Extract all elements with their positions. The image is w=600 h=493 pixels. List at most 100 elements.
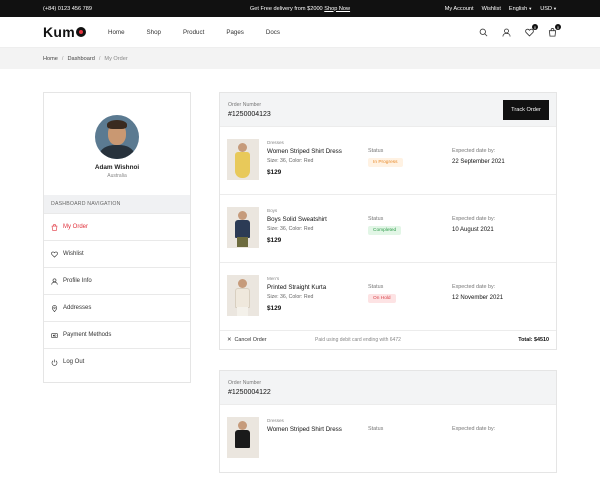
product-image-legs bbox=[237, 307, 248, 316]
track-order-button[interactable]: Track Order bbox=[503, 100, 549, 120]
status-label: Status bbox=[368, 426, 384, 432]
order-card: Order Number #1250004123 Track Order Dre… bbox=[219, 92, 557, 350]
language-label: English bbox=[508, 5, 528, 12]
avatar-body bbox=[100, 145, 134, 159]
wishlist-count-badge: 0 bbox=[532, 24, 538, 30]
expected-date-label: Expected date by: bbox=[452, 426, 496, 432]
expected-date: 22 September 2021 bbox=[452, 159, 505, 165]
menu-item-pages[interactable]: Pages bbox=[226, 29, 244, 36]
breadcrumb-home[interactable]: Home bbox=[43, 56, 58, 62]
sidebar-item-profile-info[interactable]: Profile Info bbox=[44, 267, 190, 294]
card-icon bbox=[51, 332, 58, 338]
payment-note: Paid using debit card ending with 6472 bbox=[315, 337, 401, 343]
breadcrumb-dashboard[interactable]: Dashboard bbox=[67, 56, 94, 62]
menu-item-product[interactable]: Product bbox=[183, 29, 204, 36]
sidebar-item-addresses[interactable]: Addresses bbox=[44, 294, 190, 321]
expected-date-label: Expected date by: bbox=[452, 148, 496, 154]
product-name[interactable]: Women Striped Shirt Dress bbox=[267, 148, 342, 155]
logo-mark-icon bbox=[76, 27, 87, 37]
menu-item-docs[interactable]: Docs bbox=[266, 29, 280, 36]
product-price: $129 bbox=[267, 169, 282, 176]
product-category: Dresses bbox=[267, 418, 284, 423]
order-item: Dresses Women Striped Shirt Dress Size: … bbox=[220, 126, 556, 194]
phone-number: (+84) 0123 456 789 bbox=[43, 5, 92, 12]
product-variant: Size: 36, Color: Red bbox=[267, 226, 314, 232]
status-badge: In Progress bbox=[368, 158, 403, 167]
order-item: Dresses Women Striped Shirt Dress Status… bbox=[220, 404, 556, 472]
product-image-garment bbox=[235, 288, 250, 308]
menu-item-home[interactable]: Home bbox=[108, 29, 125, 36]
product-price: $129 bbox=[267, 237, 282, 244]
chevron-down-icon: ▼ bbox=[553, 5, 557, 11]
product-image-head bbox=[238, 211, 247, 220]
menu-item-shop[interactable]: Shop bbox=[147, 29, 161, 36]
order-number: #1250004123 bbox=[228, 111, 271, 118]
main-menu: Home Shop Product Pages Docs bbox=[108, 29, 280, 36]
close-icon: ✕ bbox=[227, 337, 232, 343]
product-image-legs bbox=[237, 237, 248, 247]
cancel-order-button[interactable]: ✕ Cancel Order bbox=[227, 337, 267, 343]
dashboard-nav-heading: DASHBOARD NAVIGATION bbox=[44, 195, 190, 213]
cancel-order-label: Cancel Order bbox=[234, 337, 267, 343]
expected-date-label: Expected date by: bbox=[452, 216, 496, 222]
sidebar-item-label: Log Out bbox=[63, 359, 85, 365]
sidebar-item-label: Profile Info bbox=[63, 278, 92, 284]
product-image[interactable] bbox=[227, 139, 259, 180]
sidebar-item-payment-methods[interactable]: Payment Methods bbox=[44, 321, 190, 348]
heart-icon[interactable]: 0 bbox=[524, 24, 538, 37]
product-name[interactable]: Boys Solid Sweatshirt bbox=[267, 216, 327, 223]
avatar-hair bbox=[107, 120, 127, 129]
expected-date-label: Expected date by: bbox=[452, 284, 496, 290]
main-header: Kum Home Shop Product Pages Docs 0 0 bbox=[0, 17, 600, 48]
power-icon bbox=[51, 359, 58, 366]
expected-date: 10 August 2021 bbox=[452, 227, 494, 233]
breadcrumb: Home / Dashboard / My Order bbox=[0, 48, 600, 69]
sidebar-item-log-out[interactable]: Log Out bbox=[44, 348, 190, 375]
product-image[interactable] bbox=[227, 207, 259, 248]
product-category: Men's bbox=[267, 276, 280, 281]
search-icon[interactable] bbox=[478, 27, 488, 37]
sidebar-item-my-order[interactable]: My Order bbox=[44, 213, 190, 240]
order-item: Boys Boys Solid Sweatshirt Size: 36, Col… bbox=[220, 194, 556, 262]
wishlist-link[interactable]: Wishlist bbox=[482, 6, 501, 12]
sidebar-item-wishlist[interactable]: Wishlist bbox=[44, 240, 190, 267]
shop-now-link[interactable]: Shop Now bbox=[324, 6, 350, 12]
logo-text: Kum bbox=[43, 24, 76, 40]
status-badge: On Hold bbox=[368, 294, 396, 303]
product-image[interactable] bbox=[227, 275, 259, 316]
cart-icon[interactable]: 0 bbox=[547, 24, 561, 37]
heart-icon bbox=[51, 251, 58, 258]
product-image[interactable] bbox=[227, 417, 259, 458]
sidebar-item-label: Wishlist bbox=[63, 251, 84, 257]
order-header: Order Number #1250004123 Track Order bbox=[220, 93, 556, 126]
product-image-head bbox=[238, 143, 247, 152]
product-image-garment bbox=[235, 220, 250, 238]
product-image-garment bbox=[235, 152, 250, 178]
product-category: Dresses bbox=[267, 140, 284, 145]
logo[interactable]: Kum bbox=[43, 24, 87, 40]
status-label: Status bbox=[368, 148, 384, 154]
product-name[interactable]: Printed Straight Kurta bbox=[267, 284, 326, 291]
status-label: Status bbox=[368, 216, 384, 222]
sidebar-item-label: My Order bbox=[63, 224, 89, 230]
bag-icon bbox=[51, 223, 58, 231]
promo-text: Get Free delivery from $2000 bbox=[249, 5, 323, 12]
status-label: Status bbox=[368, 284, 384, 290]
currency-select[interactable]: USD▼ bbox=[540, 6, 557, 12]
order-card: Order Number #1250004122 Dresses Women S… bbox=[219, 370, 557, 473]
map-pin-icon bbox=[51, 304, 58, 312]
breadcrumb-separator: / bbox=[98, 55, 101, 62]
order-number-label: Order Number bbox=[228, 102, 262, 108]
user-name: Adam Wishnoi bbox=[94, 164, 140, 171]
product-category: Boys bbox=[267, 208, 278, 213]
avatar bbox=[95, 115, 139, 159]
language-select[interactable]: English▼ bbox=[509, 6, 532, 12]
my-account-link[interactable]: My Account bbox=[445, 6, 474, 12]
header-icons: 0 0 bbox=[478, 24, 561, 37]
product-image-head bbox=[238, 279, 247, 288]
product-price: $129 bbox=[267, 305, 282, 312]
product-name[interactable]: Women Striped Shirt Dress bbox=[267, 426, 342, 433]
breadcrumb-separator: / bbox=[61, 55, 64, 62]
chevron-down-icon: ▼ bbox=[528, 5, 533, 11]
user-icon[interactable] bbox=[501, 27, 511, 37]
